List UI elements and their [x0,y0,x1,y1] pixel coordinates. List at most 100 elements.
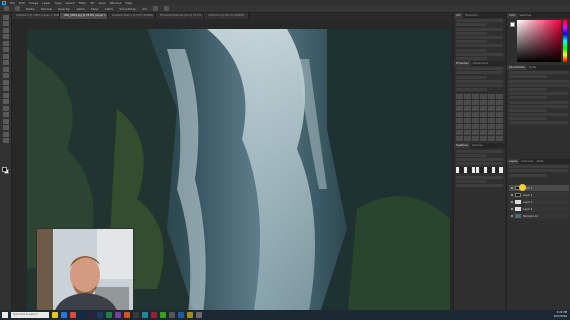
hue-slider[interactable] [563,20,567,62]
preset-cell[interactable] [496,112,503,118]
adjustment-row[interactable] [509,121,569,125]
panel-row[interactable] [456,179,487,183]
panel-row[interactable] [456,157,503,161]
preset-cell[interactable] [480,112,487,118]
preset-cell[interactable] [464,106,471,112]
marquee-tool-icon[interactable] [2,21,9,26]
menu-filter[interactable]: Filter [79,1,86,5]
windows-start-icon[interactable] [2,312,8,318]
menu-3d[interactable]: 3D [90,1,94,5]
menu-type[interactable]: Type [55,1,62,5]
preset-cell[interactable] [464,118,471,124]
property-row[interactable] [456,75,487,79]
preset-cell[interactable] [496,130,503,136]
preset-cell[interactable] [480,124,487,130]
blur-tool-icon[interactable] [2,92,9,98]
preset-cell[interactable] [472,112,479,118]
app-taskbar-icon[interactable] [187,312,193,318]
layer-row[interactable]: Layer 4 [509,206,569,212]
menu-help[interactable]: Help [125,1,132,5]
edge-browser-icon[interactable] [61,312,67,318]
preset-cell[interactable] [488,94,495,100]
app-taskbar-icon[interactable] [160,312,166,318]
app-taskbar-icon[interactable] [124,312,130,318]
preset-cell[interactable] [456,106,463,112]
preset-cell[interactable] [488,106,495,112]
property-row[interactable] [456,84,503,87]
preset-cell[interactable] [464,94,471,100]
foreground-color-swatch[interactable] [2,167,7,172]
panel-row[interactable] [456,175,503,179]
adjustment-row[interactable] [509,113,569,117]
color-picker-field[interactable] [517,20,561,62]
preset-cell[interactable] [464,112,471,118]
visibility-eye-icon[interactable] [511,208,513,210]
preset-cell[interactable] [456,118,463,124]
app-taskbar-icon[interactable] [142,312,148,318]
tab-histogram[interactable]: Histogram [463,13,480,18]
preset-cell[interactable] [472,130,479,136]
gradient-tool-icon[interactable] [2,86,9,91]
preset-cell[interactable] [472,100,479,106]
panel-row[interactable] [456,183,503,187]
adjustment-row[interactable] [509,87,548,91]
adjustment-row[interactable] [509,83,569,87]
app-taskbar-icon[interactable] [151,312,157,318]
preset-cell[interactable] [472,94,479,100]
preset-cell[interactable] [488,112,495,118]
preset-cell[interactable] [464,100,471,106]
preset-cell[interactable] [472,106,479,112]
preset-cell[interactable] [456,136,463,142]
preset-cell[interactable] [464,130,471,136]
tab-swatches[interactable]: Swatches [454,143,470,149]
preset-cell[interactable] [496,118,503,124]
preset-cell[interactable] [488,100,495,106]
property-row[interactable] [456,88,487,92]
opacity-value[interactable]: 100% [76,7,85,11]
history-brush-tool-icon[interactable] [2,73,9,78]
preset-cell[interactable] [480,94,487,100]
system-tray-clock[interactable]: 3:22 PM 10/7/2019 [554,311,567,318]
preset-cell[interactable] [488,136,495,142]
app-taskbar-icon[interactable] [133,312,139,318]
photoshop-taskbar-icon[interactable] [79,312,85,318]
zoom-tool-icon[interactable] [2,138,9,143]
premiere-taskbar-icon[interactable] [88,312,94,318]
lasso-tool-icon[interactable] [2,27,9,33]
layer-row[interactable]: Background [509,213,569,219]
adjustment-row[interactable] [509,71,569,75]
property-row[interactable] [456,67,503,71]
layer-row[interactable]: Layer 3 [509,199,569,205]
adjustment-row[interactable] [509,100,569,104]
tab-styles[interactable]: Styles [527,65,539,70]
visibility-eye-icon[interactable] [511,201,513,203]
type-tool-icon[interactable] [2,112,9,117]
lightroom-taskbar-icon[interactable] [97,312,103,318]
brush-tool-icon[interactable] [2,60,9,65]
property-row[interactable] [456,79,503,83]
preset-cell[interactable] [456,94,463,100]
symmetry-icon[interactable] [164,6,170,11]
preset-cell[interactable] [488,124,495,130]
app-taskbar-icon[interactable] [169,312,175,318]
layer-row[interactable]: Layer 1 [509,185,569,191]
tab-adjustments[interactable]: Adjustments [471,61,491,66]
adjustment-row[interactable] [509,79,569,83]
blend-mode-row[interactable] [509,169,569,173]
preset-cell[interactable] [496,94,503,100]
file-explorer-icon[interactable] [52,312,58,318]
menu-window[interactable]: Window [110,1,122,5]
menu-layer[interactable]: Layer [42,1,50,5]
preset-cell[interactable] [480,106,487,112]
move-tool-icon[interactable] [2,14,9,20]
preset-cell[interactable] [496,124,503,130]
menu-image[interactable]: Image [29,1,38,5]
preset-cell[interactable] [464,124,471,130]
adjustment-row[interactable] [509,75,548,79]
adjustment-row[interactable] [509,117,548,121]
mode-select[interactable]: Normal [41,7,52,11]
pen-tool-icon[interactable] [2,105,9,111]
tab-layers[interactable]: Layers [507,159,520,164]
preset-cell[interactable] [496,100,503,106]
menu-file[interactable]: File [10,1,15,5]
